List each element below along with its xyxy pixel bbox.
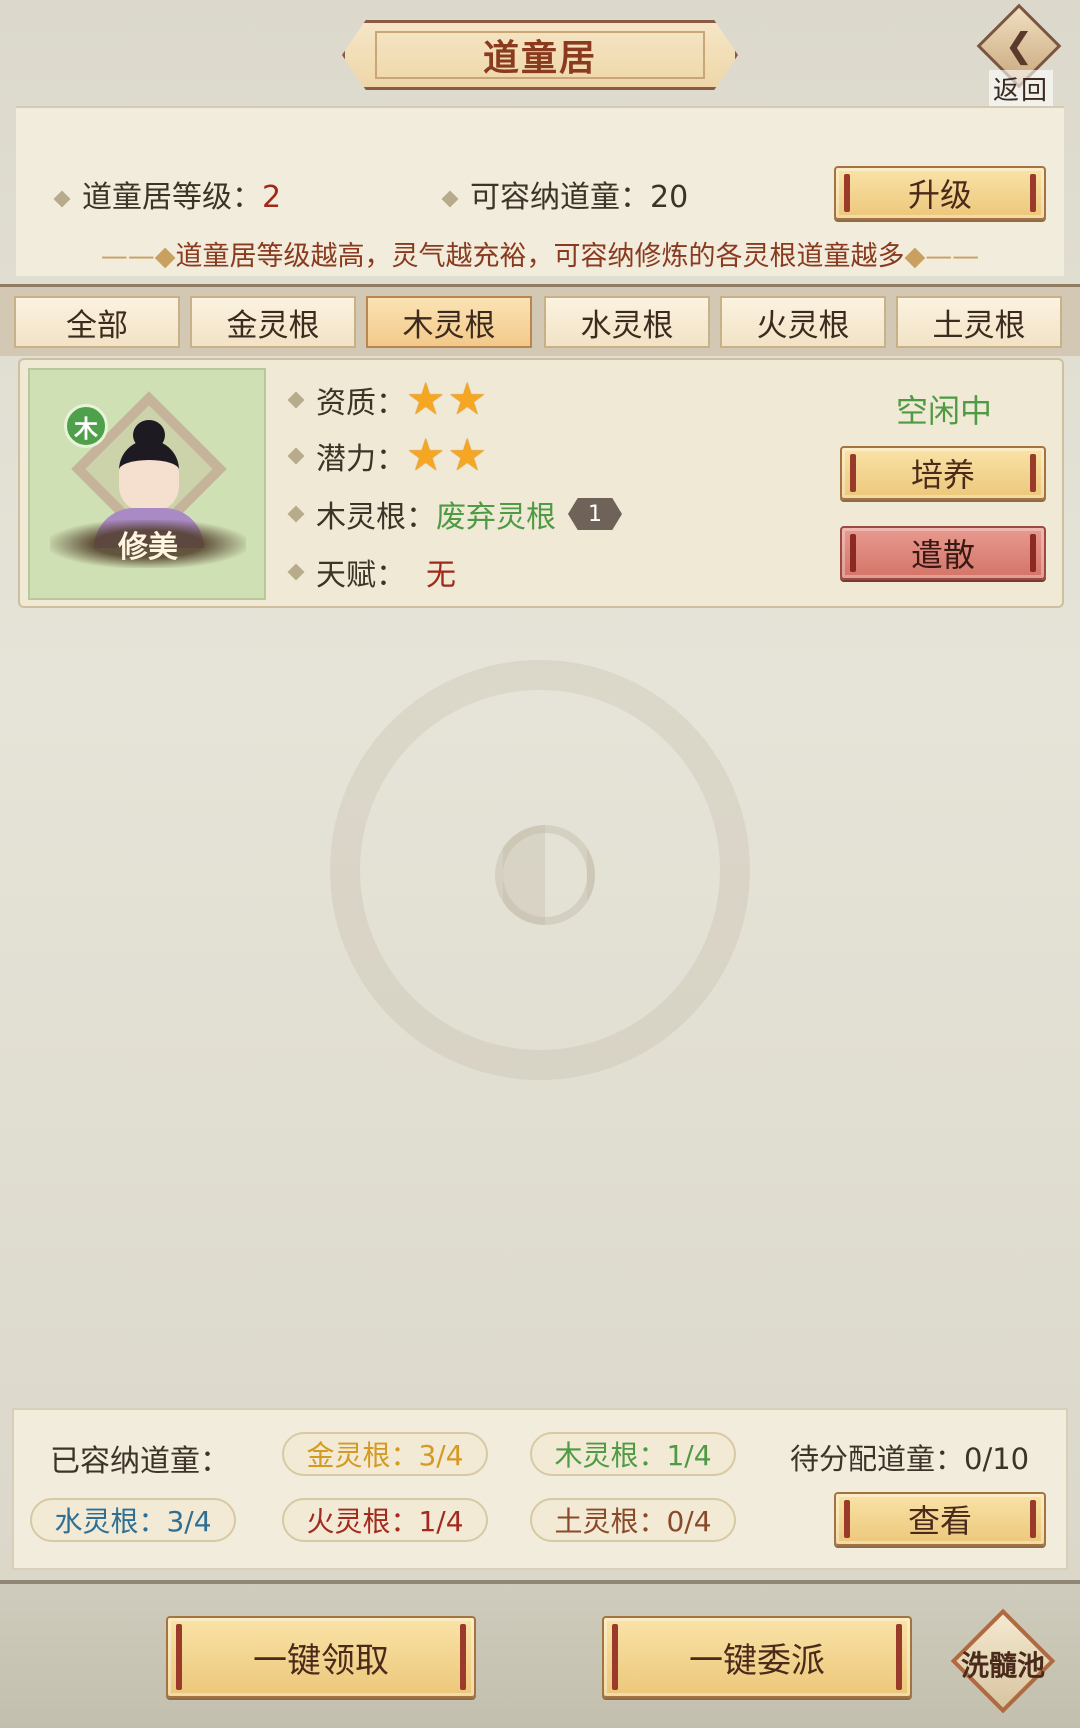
bullet-diamond-icon (53, 190, 71, 207)
view-button[interactable]: 查看 (834, 1492, 1046, 1546)
water-root-count: 水灵根：3/4 (30, 1498, 236, 1542)
tab-label: 水灵根 (580, 307, 674, 344)
character-face (119, 440, 179, 512)
claim-all-button[interactable]: 一键领取 (166, 1616, 476, 1698)
root-label: 木灵根： (316, 500, 436, 535)
bullet-diamond-icon (287, 447, 305, 465)
dismiss-label: 遣散 (910, 536, 975, 574)
hint-text-row: ——◆道童居等级越高，灵气越充裕，可容纳修炼的各灵根道童越多◆—— (70, 234, 1010, 273)
level-value: 2 (262, 180, 282, 215)
talent-value: 无 (426, 558, 456, 593)
star-icon: ★ (406, 374, 446, 425)
tab-label: 土灵根 (932, 307, 1026, 344)
star-icon: ★ (447, 374, 487, 425)
assign-all-label: 一键委派 (689, 1640, 825, 1681)
level-label: 道童居等级： (82, 180, 262, 215)
fire-root-text: 火灵根：1/4 (306, 1505, 464, 1538)
star-icon: ★ (447, 430, 487, 481)
bullet-diamond-icon (441, 190, 459, 207)
disciple-status: 空闲中 (896, 392, 993, 430)
footer-bar (0, 1580, 1080, 1728)
accommodated-label: 已容纳道童： (50, 1444, 230, 1479)
claim-all-label: 一键领取 (253, 1640, 389, 1681)
earth-root-text: 土灵根：0/4 (554, 1505, 712, 1538)
tab-wood[interactable]: 木灵根 (366, 296, 532, 348)
hint-text: 道童居等级越高，灵气越充裕，可容纳修炼的各灵根道童越多 (175, 241, 905, 272)
tab-gold[interactable]: 金灵根 (190, 296, 356, 348)
potential-row: 潜力： ★★ (287, 434, 489, 478)
root-value: 废弃灵根 (436, 500, 556, 535)
bullet-diamond-icon (287, 505, 305, 523)
tab-label: 全部 (66, 307, 128, 344)
talent-label: 天赋： (316, 558, 406, 593)
right-ornament-icon: ◆—— (904, 241, 980, 272)
tab-all[interactable]: 全部 (14, 296, 180, 348)
level-info: 道童居等级：2 (53, 172, 282, 216)
potential-label: 潜力： (316, 442, 406, 477)
star-icon: ★ (406, 430, 446, 481)
train-label: 培养 (910, 456, 975, 494)
train-button[interactable]: 培养 (840, 446, 1046, 500)
gold-root-text: 金灵根：3/4 (306, 1439, 464, 1472)
back-button[interactable]: ❮ 返回 (975, 3, 1065, 107)
title-frame (375, 31, 705, 79)
tab-label: 金灵根 (226, 307, 320, 344)
tab-fire[interactable]: 火灵根 (720, 296, 886, 348)
upgrade-label: 升级 (907, 176, 972, 214)
wash-pool-label: 洗髓池 (960, 1649, 1045, 1682)
talent-row: 天赋： 无 (287, 550, 456, 594)
back-arrow-icon: ❮ (1004, 26, 1034, 66)
aptitude-stars: ★★ (406, 378, 489, 422)
fire-root-count: 火灵根：1/4 (282, 1498, 488, 1542)
left-ornament-icon: ——◆ (100, 241, 176, 272)
wood-root-count: 木灵根：1/4 (530, 1432, 736, 1476)
wood-element-icon: 木 (64, 404, 108, 448)
bullet-diamond-icon (287, 563, 305, 581)
bullet-diamond-icon (287, 391, 305, 409)
page-title-banner: 道童居 (342, 20, 738, 90)
root-grade-badge: 1 (568, 498, 622, 530)
disciple-portrait[interactable]: 木 修美 (28, 368, 266, 600)
disciple-name: 修美 (50, 520, 246, 568)
assign-all-button[interactable]: 一键委派 (602, 1616, 912, 1698)
tab-label: 火灵根 (756, 307, 850, 344)
capacity-info: 可容纳道童：20 (441, 172, 689, 216)
water-root-text: 水灵根：3/4 (54, 1505, 212, 1538)
root-row: 木灵根： 废弃灵根 1 (287, 492, 622, 536)
aptitude-row: 资质： ★★ (287, 378, 489, 422)
tab-water[interactable]: 水灵根 (544, 296, 710, 348)
tab-label: 木灵根 (402, 307, 496, 344)
gold-root-count: 金灵根：3/4 (282, 1432, 488, 1476)
potential-stars: ★★ (406, 434, 489, 478)
wood-root-text: 木灵根：1/4 (554, 1439, 712, 1472)
capacity-label: 可容纳道童： (470, 180, 650, 215)
yin-yang-icon (495, 825, 595, 925)
back-label: 返回 (989, 70, 1054, 107)
capacity-value: 20 (650, 180, 689, 215)
dismiss-button[interactable]: 遣散 (840, 526, 1046, 580)
tab-earth[interactable]: 土灵根 (896, 296, 1062, 348)
pending-disciples: 待分配道童：0/10 (790, 1442, 1030, 1476)
aptitude-label: 资质： (316, 386, 406, 421)
wash-pool-button[interactable]: 洗髓池 (948, 1606, 1058, 1716)
view-label: 查看 (907, 1502, 972, 1540)
earth-root-count: 土灵根：0/4 (530, 1498, 736, 1542)
upgrade-button[interactable]: 升级 (834, 166, 1046, 220)
